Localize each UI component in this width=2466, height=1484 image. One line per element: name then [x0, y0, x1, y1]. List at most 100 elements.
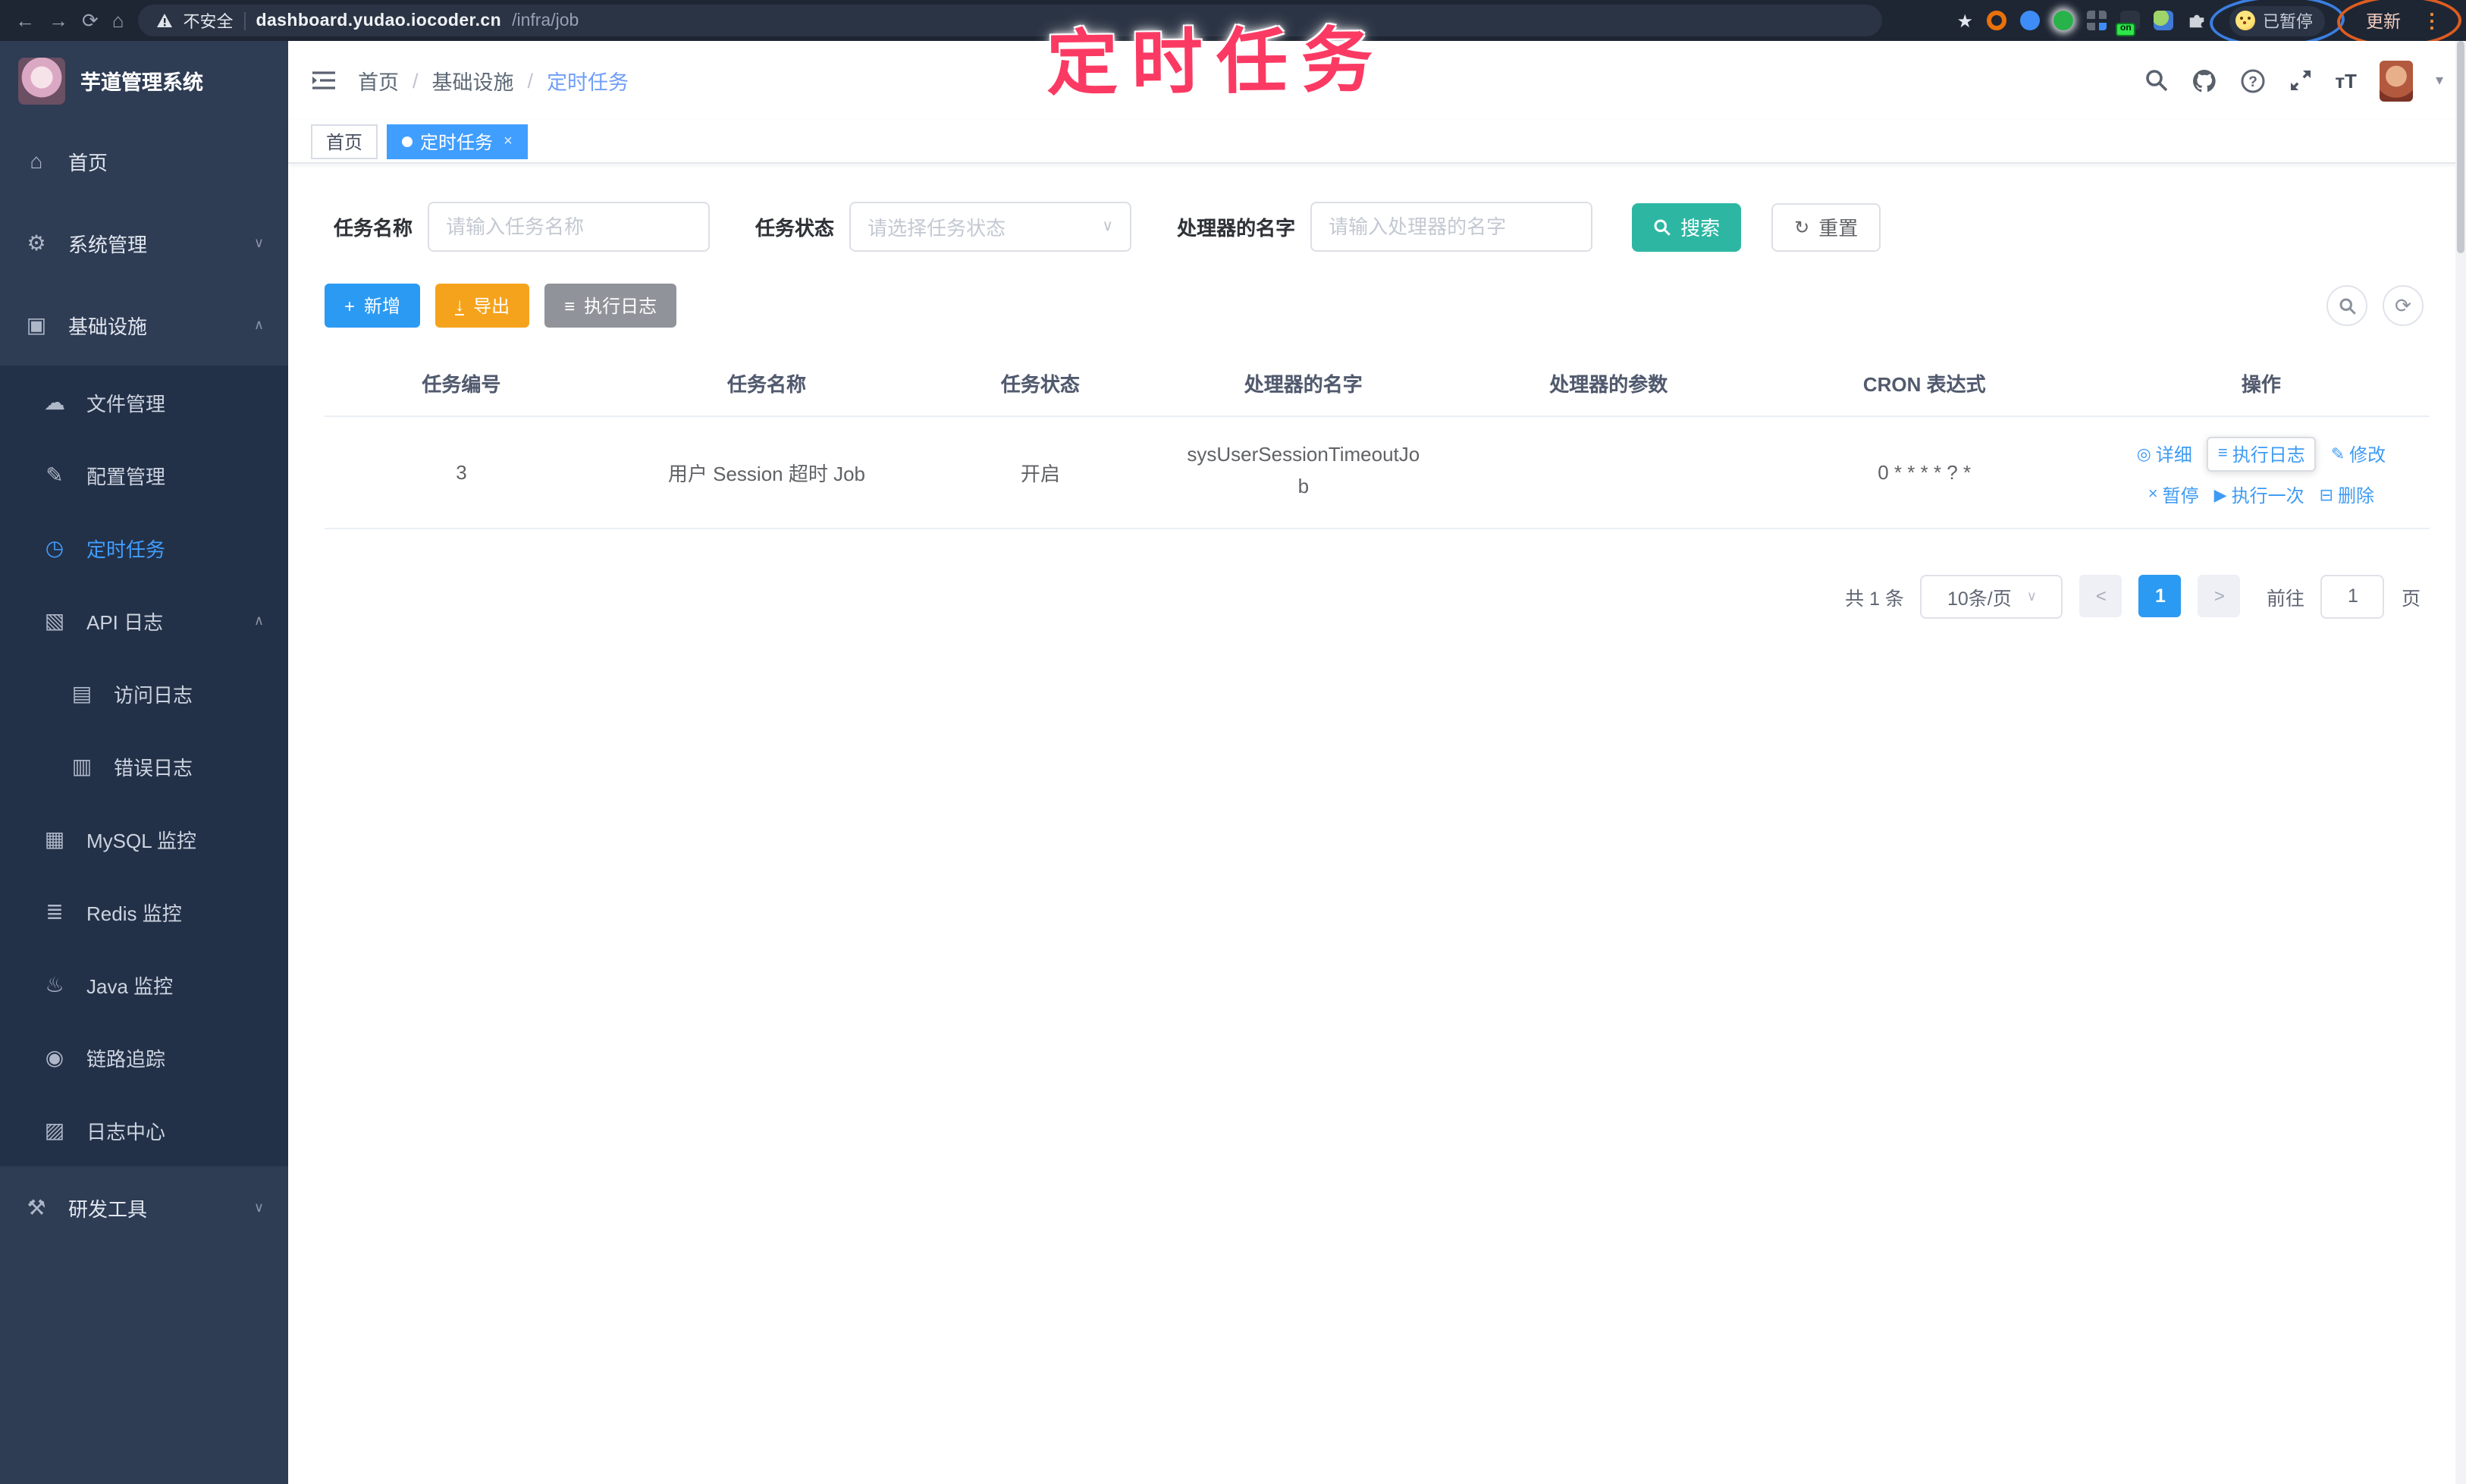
extension-icon[interactable]: on	[2116, 11, 2140, 36]
cell-cron: 0 * * * * ? *	[1755, 416, 2093, 529]
goto-prefix: 前往	[2266, 588, 2304, 609]
handler-name-input[interactable]	[1310, 202, 1593, 252]
extension-icon[interactable]	[1987, 11, 2006, 30]
chevron-down-icon[interactable]: ▾	[2436, 72, 2443, 89]
row-exec-log-link[interactable]: ≡ 执行日志	[2207, 436, 2316, 471]
update-chip-wrap: 更新 ⋮	[2336, 0, 2462, 48]
scrollbar-thumb[interactable]	[2457, 41, 2464, 253]
sidebar-item-redis-monitor[interactable]: ≣ Redis 监控	[0, 875, 288, 948]
eye-icon: ◎	[2136, 445, 2151, 463]
back-icon[interactable]: ←	[15, 11, 35, 30]
close-icon[interactable]: ×	[504, 133, 513, 150]
job-status-select[interactable]: 请选择任务状态 ∨	[849, 202, 1132, 252]
breadcrumb-item[interactable]: 首页	[358, 65, 399, 96]
search-icon[interactable]	[2144, 68, 2168, 93]
edit-label: 修改	[2349, 444, 2386, 465]
refresh-icon: ⟳	[2395, 293, 2411, 316]
edit-link[interactable]: ✎ 修改	[2331, 441, 2386, 466]
sidebar-item-devtools[interactable]: ⚒ 研发工具 ∨	[0, 1166, 288, 1248]
page-size-select[interactable]: 10条/页 ∨	[1920, 574, 2063, 618]
sidebar-item-home[interactable]: ⌂ 首页	[0, 120, 288, 202]
browser-menu-icon[interactable]: ⋮	[2422, 8, 2442, 33]
exec-log-button[interactable]: ≡ 执行日志	[544, 284, 677, 328]
detail-link[interactable]: ◎ 详细	[2137, 441, 2192, 466]
prev-page-button[interactable]: <	[2079, 575, 2122, 617]
header-actions: ? тT ▾	[2144, 60, 2443, 101]
total-count: 共 1 条	[1845, 588, 1904, 609]
extension-on-badge: on	[2116, 23, 2136, 36]
goto-page-input[interactable]	[2320, 574, 2385, 618]
browser-update-button[interactable]: 更新	[2357, 5, 2410, 36]
col-job-status: 任务状态	[935, 352, 1146, 416]
home-icon[interactable]: ⌂	[112, 11, 124, 30]
security-label: 不安全	[183, 13, 234, 31]
sidebar-item-system-manage[interactable]: ⚙ 系统管理 ∨	[0, 202, 288, 284]
paused-extension-chip[interactable]: 已暂停	[2229, 5, 2325, 36]
reset-button[interactable]: ↻ 重置	[1771, 202, 1881, 251]
job-status-label: 任务状态	[755, 217, 835, 240]
reload-icon[interactable]: ⟳	[82, 11, 99, 30]
sidebar-item-label: Java 监控	[86, 974, 174, 997]
search-icon	[1654, 218, 1671, 235]
job-name-input[interactable]	[428, 202, 711, 252]
font-size-icon[interactable]: тT	[2335, 69, 2357, 92]
extension-icon[interactable]	[2087, 11, 2107, 30]
sidebar-item-access-log[interactable]: ▤ 访问日志	[0, 657, 288, 729]
sidebar-fold-icon[interactable]	[311, 70, 337, 91]
pause-link[interactable]: × 暂停	[2148, 482, 2199, 507]
toggle-search-button[interactable]	[2326, 285, 2367, 326]
sidebar-item-infrastructure[interactable]: ▣ 基础设施 ∧	[0, 284, 288, 366]
github-icon[interactable]	[2191, 67, 2217, 93]
api-log-icon: ▧	[44, 607, 65, 632]
breadcrumb-separator: /	[527, 69, 534, 92]
delete-link[interactable]: ⊟ 删除	[2320, 482, 2374, 507]
export-button[interactable]: ↓ 导出	[435, 284, 530, 328]
chevron-up-icon: ∧	[253, 316, 264, 331]
breadcrumb-separator: /	[413, 69, 419, 92]
sidebar-item-mysql-monitor[interactable]: ▦ MySQL 监控	[0, 802, 288, 875]
sidebar-menu: ⌂ 首页 ⚙ 系统管理 ∨ ▣ 基础设施 ∧ ☁ 文件管理 ✎ 配置管理 ◷ 定…	[0, 120, 288, 1248]
refresh-button[interactable]: ⟳	[2383, 285, 2424, 326]
sidebar-item-file-manage[interactable]: ☁ 文件管理	[0, 366, 288, 438]
sidebar-item-api-log[interactable]: ▧ API 日志 ∧	[0, 584, 288, 657]
tab-label: 首页	[326, 132, 363, 153]
trace-icon: ◉	[45, 1044, 64, 1068]
sidebar-item-label: 配置管理	[86, 465, 166, 488]
tab-scheduled-jobs[interactable]: 定时任务 ×	[387, 124, 528, 159]
breadcrumb-item[interactable]: 基础设施	[432, 65, 514, 96]
tab-home[interactable]: 首页	[311, 124, 378, 159]
fullscreen-icon[interactable]	[2288, 68, 2312, 93]
extension-icon[interactable]	[2020, 11, 2040, 30]
help-icon[interactable]: ?	[2239, 67, 2265, 93]
file-manage-icon: ☁	[44, 389, 65, 413]
sidebar-item-scheduled-jobs[interactable]: ◷ 定时任务	[0, 511, 288, 584]
extensions-puzzle-icon[interactable]	[2187, 11, 2207, 30]
sidebar-item-config-manage[interactable]: ✎ 配置管理	[0, 438, 288, 511]
sidebar-item-log-center[interactable]: ▨ 日志中心	[0, 1093, 288, 1166]
scrollbar[interactable]	[2455, 41, 2466, 1484]
stop-icon: ×	[2148, 485, 2158, 504]
error-log-icon: ▥	[71, 753, 93, 777]
sidebar-item-label: 定时任务	[86, 538, 166, 560]
current-page-button[interactable]: 1	[2138, 575, 2182, 617]
jobs-table: 任务编号 任务名称 任务状态 处理器的名字 处理器的参数 CRON 表达式 操作…	[325, 352, 2430, 529]
chevron-down-icon: ∨	[253, 234, 264, 249]
extension-icon[interactable]	[2154, 11, 2173, 30]
avatar[interactable]	[2379, 60, 2413, 101]
next-page-button[interactable]: >	[2198, 575, 2241, 617]
bookmark-star-icon[interactable]: ★	[1956, 10, 1973, 31]
sidebar-item-java-monitor[interactable]: ♨ Java 监控	[0, 948, 288, 1021]
add-button[interactable]: + 新增	[325, 284, 421, 328]
chevron-up-icon: ∧	[253, 612, 264, 627]
run-once-link[interactable]: ▶ 执行一次	[2214, 482, 2304, 507]
url-host: dashboard.yudao.iocoder.cn	[256, 11, 502, 30]
forward-icon[interactable]: →	[49, 11, 68, 30]
sidebar-item-label: 访问日志	[114, 683, 193, 706]
extension-icon[interactable]	[2053, 11, 2073, 30]
redis-icon: ≣	[45, 899, 64, 923]
sidebar-item-trace[interactable]: ◉ 链路追踪	[0, 1021, 288, 1093]
search-button[interactable]: 搜索	[1632, 202, 1742, 251]
sidebar-item-error-log[interactable]: ▥ 错误日志	[0, 729, 288, 802]
app-title: 芋道管理系统	[80, 71, 203, 94]
address-bar[interactable]: 不安全 dashboard.yudao.iocoder.cn/infra/job	[137, 5, 1882, 36]
